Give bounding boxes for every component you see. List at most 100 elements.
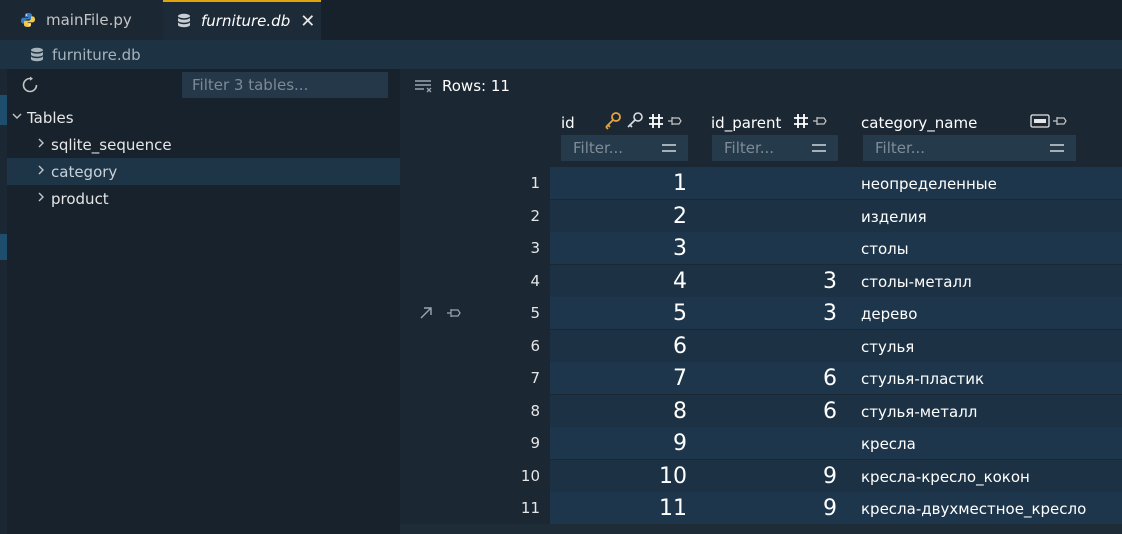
row-actions (418, 305, 462, 325)
cell-id-parent[interactable]: 9 (705, 464, 837, 489)
pin-icon[interactable] (446, 305, 462, 325)
breadcrumb: furniture.db (0, 40, 1122, 69)
sidebar-item-product[interactable]: product (7, 185, 400, 212)
cell-category-name[interactable]: кресла (861, 435, 916, 453)
cell-category-name[interactable]: стулья-металл (861, 403, 977, 421)
column-header-label: category_name (861, 114, 978, 132)
cell-id-parent[interactable]: 6 (705, 366, 837, 391)
cell-category-name[interactable]: стулья-пластик (861, 370, 984, 388)
cell-id[interactable]: 3 (560, 236, 687, 261)
filter-input-id[interactable]: Filter... (561, 135, 688, 161)
tables-sidebar: Tables sqlite_sequence category product (7, 69, 400, 534)
cell-id[interactable]: 2 (560, 204, 687, 229)
refresh-icon[interactable] (21, 75, 39, 99)
number-type-icon (647, 112, 665, 134)
horizontal-scrollbar[interactable] (400, 524, 1122, 534)
filter-input-category-name[interactable]: Filter... (863, 135, 1076, 161)
row-number: 10 (520, 466, 540, 485)
tab-label: mainFile.py (46, 11, 132, 29)
database-icon (177, 13, 191, 29)
row-number: 7 (530, 369, 540, 387)
column-id-parent-icons (792, 111, 828, 135)
filter-placeholder: Filter... (573, 139, 624, 157)
cell-id-parent-empty[interactable] (800, 435, 837, 451)
row-number: 6 (530, 336, 540, 355)
filter-mode-icon[interactable] (662, 138, 676, 159)
cell-id[interactable]: 8 (560, 399, 687, 424)
row-number: 9 (530, 434, 540, 452)
cell-id-parent-empty[interactable] (800, 175, 837, 191)
rows-count: Rows: 11 (414, 77, 510, 95)
filter-mode-icon[interactable] (812, 138, 826, 159)
close-icon[interactable]: ✕ (300, 11, 315, 32)
column-header-id[interactable]: id (561, 111, 575, 135)
cell-id[interactable]: 5 (560, 301, 687, 326)
cell-id-parent-empty[interactable] (800, 338, 837, 354)
primary-key-icon (603, 111, 623, 135)
column-header-id-parent[interactable]: id_parent (711, 111, 781, 135)
sidebar-item-category[interactable]: category (7, 158, 400, 185)
cell-category-name[interactable]: стулья (861, 338, 914, 356)
cell-id[interactable]: 6 (560, 334, 687, 359)
cell-category-name[interactable]: дерево (861, 305, 917, 323)
activity-marker (0, 95, 7, 125)
number-type-icon (792, 112, 810, 134)
rows-clear-icon[interactable] (414, 79, 434, 93)
pin-icon[interactable] (1052, 113, 1068, 133)
cell-id-parent-empty[interactable] (800, 240, 837, 256)
cell-category-name[interactable]: изделия (861, 208, 927, 226)
row-number: 4 (530, 271, 540, 290)
cell-id-parent[interactable]: 3 (705, 269, 837, 294)
filter-tables-input[interactable] (182, 72, 388, 98)
breadcrumb-label[interactable]: furniture.db (52, 46, 141, 64)
cell-id-parent[interactable]: 6 (705, 399, 837, 424)
python-icon (20, 12, 36, 28)
sidebar-item-sqlite-sequence[interactable]: sqlite_sequence (7, 131, 400, 158)
filter-mode-icon[interactable] (1050, 138, 1064, 159)
pin-icon[interactable] (812, 113, 828, 133)
pin-icon[interactable] (667, 113, 683, 133)
tree-root-tables[interactable]: Tables (7, 104, 400, 131)
chevron-right-icon (31, 137, 51, 153)
tab-furniture-db[interactable]: furniture.db ✕ (163, 0, 321, 40)
cell-id[interactable]: 7 (560, 366, 687, 391)
chevron-right-icon (31, 164, 51, 180)
row-number: 11 (520, 499, 540, 517)
cell-category-name[interactable]: неопределенные (861, 175, 997, 193)
cell-id[interactable]: 1 (560, 171, 687, 196)
cell-id[interactable]: 9 (560, 431, 687, 456)
filter-placeholder: Filter... (875, 139, 926, 157)
sidebar-item-label: category (51, 162, 118, 181)
rows-count-label: Rows: 11 (442, 77, 510, 95)
cell-id-parent-empty[interactable] (800, 208, 837, 224)
sidebar-item-label: product (51, 189, 109, 208)
cell-id[interactable]: 11 (560, 496, 687, 521)
tree-root-label: Tables (27, 108, 74, 127)
filter-placeholder: Filter... (724, 139, 775, 157)
chevron-right-icon (31, 191, 51, 207)
row-number: 3 (530, 239, 540, 257)
cell-category-name[interactable]: кресла-кресло_кокон (861, 468, 1030, 486)
cell-category-name[interactable]: столы (861, 240, 909, 258)
column-header-label: id (561, 114, 575, 132)
tab-bar: mainFile.py furniture.db ✕ (0, 0, 1122, 40)
cell-id[interactable]: 10 (560, 464, 687, 489)
sidebar-item-label: sqlite_sequence (51, 135, 172, 154)
tab-mainfile[interactable]: mainFile.py (0, 0, 163, 40)
filter-input-id-parent[interactable]: Filter... (712, 135, 838, 161)
open-row-icon[interactable] (418, 305, 434, 325)
key-icon (625, 111, 645, 135)
cell-category-name[interactable]: столы-металл (861, 273, 972, 291)
row-number: 8 (530, 401, 540, 420)
chevron-down-icon (7, 110, 27, 126)
column-header-category-name[interactable]: category_name (861, 111, 977, 135)
cell-category-name[interactable]: кресла-двухместное_кресло (861, 500, 1086, 518)
row-number: 2 (530, 206, 540, 225)
cell-id[interactable]: 4 (560, 269, 687, 294)
cell-id-parent[interactable]: 9 (705, 496, 837, 521)
row-number: 1 (530, 174, 540, 192)
cell-id-parent[interactable]: 3 (705, 301, 837, 326)
tab-label: furniture.db (201, 12, 291, 30)
activity-marker (0, 234, 7, 260)
table-view: Rows: 11 id id_parent category_name Filt… (400, 69, 1122, 534)
